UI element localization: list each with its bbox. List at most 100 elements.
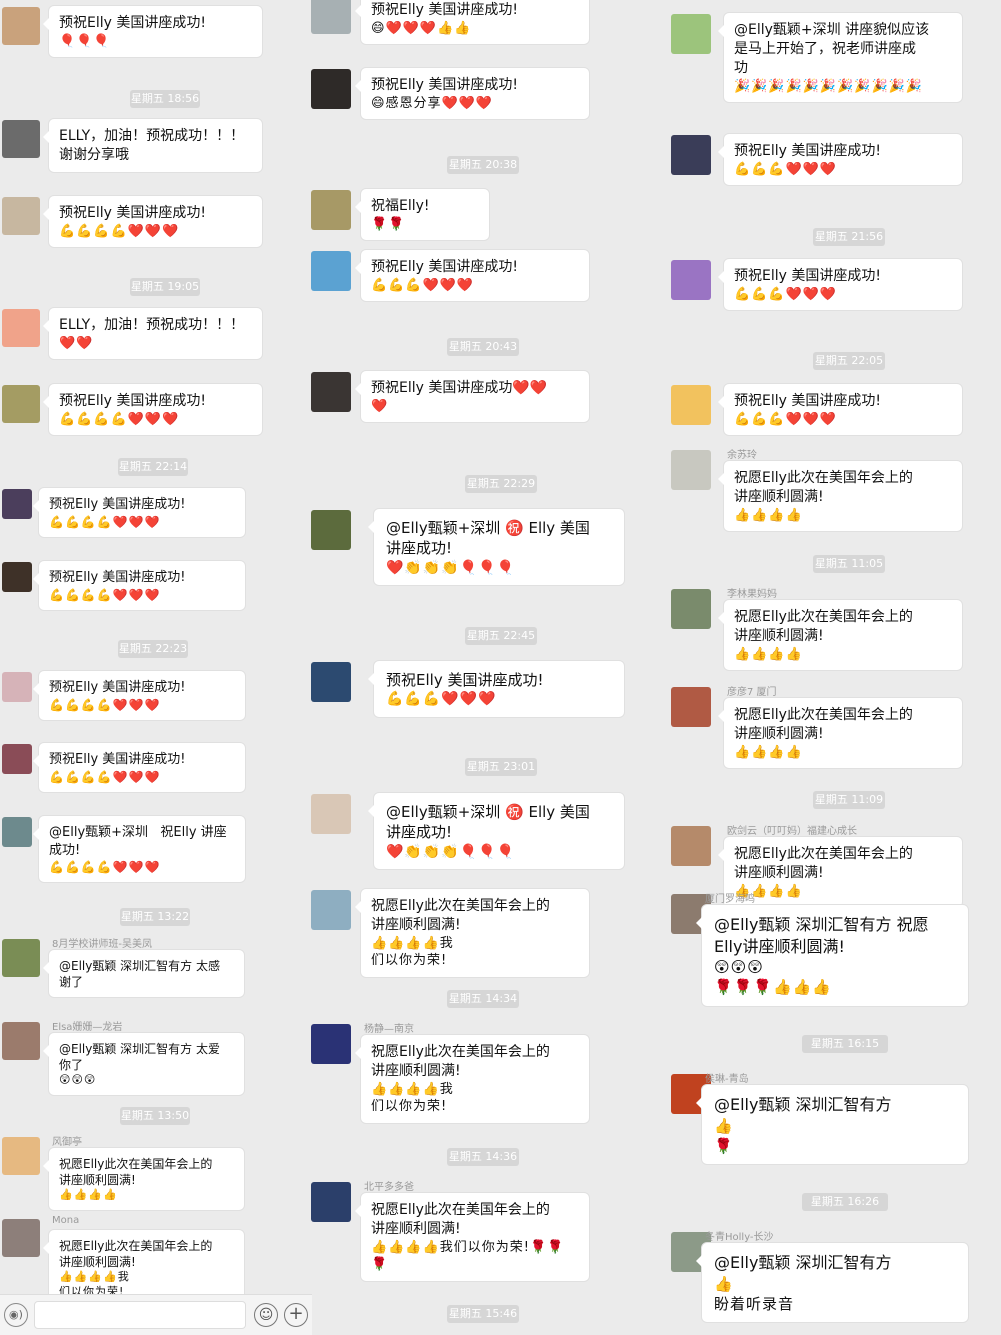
message-bubble[interactable]: 预祝Elly 美国讲座成功! 💪💪💪❤️❤️❤️ (355, 249, 590, 303)
sender-name: 李林果妈妈 (727, 589, 777, 600)
message-bubble[interactable]: 预祝Elly 美国讲座成功! 💪💪💪💪❤️❤️❤️ (33, 670, 246, 721)
message-bubble[interactable]: 预祝Elly 美国讲座成功! 💪💪💪💪❤️❤️❤️ (33, 487, 246, 538)
message-emoji: 💪💪💪❤️❤️❤️ (734, 161, 838, 177)
message-emoji: 🎉🎉🎉🎉🎉🎉🎉🎉🎉🎉🎉 (734, 78, 924, 94)
message-bubble[interactable]: @Elly甄颖+深圳 ㊗️ Elly 美国 讲座成功! ❤️👏👏👏🎈🎈🎈 (368, 508, 625, 587)
message-bubble[interactable]: @Elly甄颖 深圳汇智有方 祝愿 Elly讲座顺利圆满! 😲😲😲 🌹🌹🌹👍👍👍 (696, 904, 969, 1007)
timestamp-label: 星期五 20:43 (447, 338, 519, 356)
message-emoji: ❤️👏👏👏🎈🎈🎈 (386, 843, 516, 860)
avatar[interactable] (2, 1137, 40, 1175)
timestamp-label: 星期五 22:45 (465, 627, 537, 645)
message-bubble[interactable]: 祝愿Elly此次在美国年会上的 讲座顺利圆满! 👍👍👍👍 (718, 599, 963, 672)
avatar[interactable] (311, 69, 351, 109)
avatar[interactable] (671, 260, 711, 300)
message-bubble[interactable]: @Elly甄颖+深圳 ㊗️ Elly 美国 讲座成功! ❤️👏👏👏🎈🎈🎈 (368, 792, 625, 871)
message-bubble[interactable]: 祝愿Elly此次在美国年会上的 讲座顺利圆满! 👍👍👍👍我 们以你为荣! (355, 1034, 590, 1124)
avatar[interactable] (671, 135, 711, 175)
avatar[interactable] (2, 489, 32, 519)
avatar[interactable] (311, 1024, 351, 1064)
message-bubble[interactable]: 预祝Elly 美国讲座成功! 😄❤️❤️❤️👍👍 (355, 0, 590, 46)
message-emoji: 💪💪💪💪❤️❤️❤️ (49, 769, 161, 784)
avatar[interactable] (311, 1182, 351, 1222)
avatar[interactable] (2, 1022, 40, 1060)
message-bubble[interactable]: 预祝Elly 美国讲座成功! 💪💪💪❤️❤️❤️ (718, 258, 963, 312)
message-bubble[interactable]: 预祝Elly 美国讲座成功! 💪💪💪💪❤️❤️❤️ (33, 560, 246, 611)
message-bubble[interactable]: @Elly甄颖 深圳汇智有方 太感 谢了 (43, 949, 245, 999)
avatar[interactable] (2, 817, 32, 847)
message-bubble[interactable]: @Elly甄颖+深圳 祝Elly 讲座 成功! 💪💪💪💪❤️❤️❤️ (33, 815, 246, 884)
timestamp-label: 星期五 22:14 (118, 458, 188, 476)
message-bubble[interactable]: 预祝Elly 美国讲座成功! 💪💪💪💪❤️❤️❤️ (43, 195, 263, 249)
message-text: 祝愿Elly此次在美国年会上的 讲座顺利圆满! (59, 1239, 213, 1270)
voice-icon[interactable]: ◉) (4, 1303, 28, 1327)
message-bubble[interactable]: 预祝Elly 美国讲座成功! 💪💪💪❤️❤️❤️ (718, 383, 963, 437)
message-emoji: 👍👍👍👍 (734, 883, 803, 899)
plus-icon[interactable]: + (284, 1303, 308, 1327)
avatar[interactable] (311, 190, 351, 230)
avatar[interactable] (311, 794, 351, 834)
message-text: 预祝Elly 美国讲座成功! (59, 393, 206, 409)
message-bubble[interactable]: ELLY，加油！预祝成功！！！ ❤️❤️ (43, 307, 263, 361)
avatar[interactable] (2, 197, 40, 235)
message-bubble[interactable]: 祝福Elly! 🌹🌹 (355, 188, 490, 242)
message-emoji: 🌹🌹 (371, 216, 406, 232)
message-bubble[interactable]: 预祝Elly 美国讲座成功! 😄感恩分享❤️❤️❤️ (355, 67, 590, 121)
avatar[interactable] (2, 562, 32, 592)
timestamp-label: 星期五 18:56 (130, 90, 200, 108)
message-emoji: 😲😲😲 🌹🌹🌹👍👍👍 (714, 958, 833, 997)
avatar[interactable] (311, 372, 351, 412)
message-bubble[interactable]: 祝愿Elly此次在美国年会上的 讲座顺利圆满! 👍👍👍👍 (718, 460, 963, 533)
avatar[interactable] (311, 0, 351, 34)
sender-name: 彦彦7 厦门 (727, 687, 777, 698)
sender-name: 侯琳-青岛 (705, 1074, 749, 1085)
message-bubble[interactable]: 祝愿Elly此次在美国年会上的 讲座顺利圆满! 👍👍👍👍 (718, 697, 963, 770)
message-bubble[interactable]: 预祝Elly 美国讲座成功! 🎈🎈🎈 (43, 5, 263, 59)
avatar[interactable] (311, 251, 351, 291)
message-bubble[interactable]: @Elly甄颖 深圳汇智有方 👍 盼着听录音 (696, 1242, 969, 1324)
avatar[interactable] (311, 662, 351, 702)
avatar[interactable] (2, 309, 40, 347)
avatar[interactable] (671, 450, 711, 490)
message-bubble[interactable]: 祝愿Elly此次在美国年会上的 讲座顺利圆满! 👍👍👍👍我们以你为荣!🌹🌹🌹 (355, 1192, 590, 1282)
message-bubble[interactable]: 祝愿Elly此次在美国年会上的 讲座顺利圆满! 👍👍👍👍我 们以你为荣! (355, 888, 590, 978)
message-bubble[interactable]: @Elly甄颖+深圳 讲座貌似应该 是马上开始了，祝老师讲座成 功 🎉🎉🎉🎉🎉🎉🎉… (718, 12, 963, 104)
message-text: 预祝Elly 美国讲座成功! (734, 143, 881, 159)
avatar[interactable] (671, 589, 711, 629)
message-bubble[interactable]: 预祝Elly 美国讲座成功! 💪💪💪💪❤️❤️❤️ (33, 742, 246, 793)
timestamp-label: 星期五 13:50 (120, 1107, 190, 1125)
message-input[interactable] (34, 1301, 246, 1329)
message-emoji: 💪💪💪💪❤️❤️❤️ (49, 514, 161, 529)
message-text: @Elly甄颖 深圳汇智有方 祝愿 Elly讲座顺利圆满! (714, 915, 929, 956)
message-bubble[interactable]: @Elly甄颖 深圳汇智有方 太爱 你了 😲😲😲 (43, 1032, 245, 1097)
message-emoji: ❤️ (371, 398, 389, 414)
message-bubble[interactable]: 预祝Elly 美国讲座成功❤️❤️ ❤️ (355, 370, 590, 424)
message-bubble[interactable]: 预祝Elly 美国讲座成功! 💪💪💪❤️❤️❤️ (368, 660, 625, 719)
avatar[interactable] (2, 939, 40, 977)
avatar[interactable] (2, 744, 32, 774)
avatar[interactable] (311, 890, 351, 930)
timestamp-label: 星期五 15:46 (447, 1305, 519, 1323)
avatar[interactable] (671, 687, 711, 727)
message-emoji: 👍 🌹 (714, 1116, 734, 1155)
message-emoji: ❤️❤️ (59, 335, 94, 351)
message-text: 预祝Elly 美国讲座成功! (49, 680, 186, 695)
avatar[interactable] (671, 385, 711, 425)
avatar[interactable] (671, 14, 711, 54)
emoji-icon[interactable]: ☺ (254, 1303, 278, 1327)
avatar[interactable] (2, 672, 32, 702)
message-bubble[interactable]: @Elly甄颖 深圳汇智有方 👍 🌹 (696, 1084, 969, 1166)
avatar[interactable] (671, 826, 711, 866)
message-bubble[interactable]: 祝愿Elly此次在美国年会上的 讲座顺利圆满! 👍👍👍👍 (718, 836, 963, 909)
message-bubble[interactable]: 预祝Elly 美国讲座成功! 💪💪💪💪❤️❤️❤️ (43, 383, 263, 437)
avatar[interactable] (2, 120, 40, 158)
message-bubble[interactable]: 预祝Elly 美国讲座成功! 💪💪💪❤️❤️❤️ (718, 133, 963, 187)
message-bubble[interactable]: 祝愿Elly此次在美国年会上的 讲座顺利圆满! 👍👍👍👍 (43, 1147, 245, 1212)
avatar[interactable] (311, 510, 351, 550)
avatar[interactable] (2, 7, 40, 45)
message-bubble[interactable]: ELLY，加油！预祝成功！！！ 谢谢分享哦 (43, 118, 263, 173)
timestamp-label: 星期五 16:15 (802, 1035, 888, 1053)
avatar[interactable] (2, 385, 40, 423)
timestamp-label: 星期五 19:05 (130, 278, 200, 296)
avatar[interactable] (2, 1219, 40, 1257)
message-text: 祝愿Elly此次在美国年会上的 讲座顺利圆满! (734, 707, 913, 742)
